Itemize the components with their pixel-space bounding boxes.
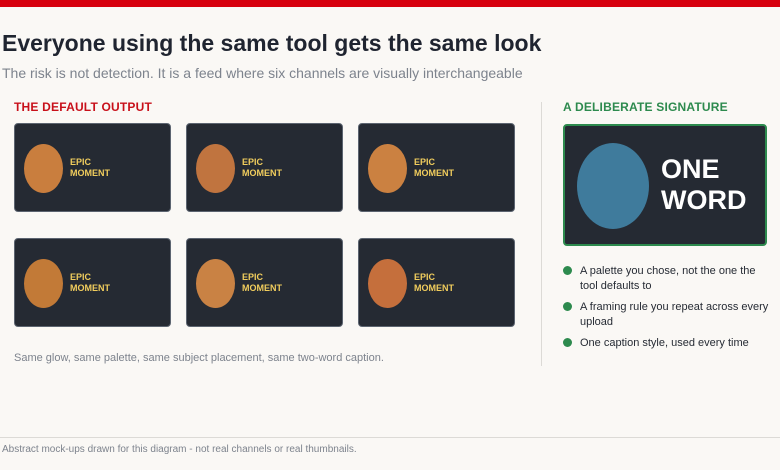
thumbnail-caption: EPIC MOMENT: [70, 272, 110, 293]
subject-blob: [24, 144, 63, 193]
column-divider: [541, 102, 542, 366]
subject-blob: [196, 259, 235, 308]
default-thumbnail: EPIC MOMENT: [358, 238, 515, 327]
thumbnail-caption: EPIC MOMENT: [242, 157, 282, 178]
page-subtitle: The risk is not detection. It is a feed …: [2, 65, 523, 81]
default-output-note: Same glow, same palette, same subject pl…: [14, 352, 384, 364]
bullet-item: A palette you chose, not the one the too…: [563, 264, 773, 294]
thumbnail-caption: EPIC MOMENT: [414, 157, 454, 178]
default-thumbnail: EPIC MOMENT: [14, 238, 171, 327]
default-output-label: THE DEFAULT OUTPUT: [14, 100, 153, 114]
subject-blob: [24, 259, 63, 308]
default-thumbnail: EPIC MOMENT: [186, 123, 343, 212]
bullet-item: A framing rule you repeat across every u…: [563, 300, 773, 330]
bullet-dot-icon: [563, 338, 572, 347]
signature-subject-blob: [577, 143, 649, 229]
thumbnail-caption: EPIC MOMENT: [70, 157, 110, 178]
subject-blob: [368, 144, 407, 193]
signature-label: A DELIBERATE SIGNATURE: [563, 100, 728, 114]
footer-note: Abstract mock-ups drawn for this diagram…: [2, 444, 357, 455]
thumbnail-caption: EPIC MOMENT: [414, 272, 454, 293]
top-accent-bar: [0, 0, 780, 7]
signature-thumbnail: ONE WORD: [563, 124, 767, 246]
bullet-item: One caption style, used every time: [563, 336, 773, 351]
page-title: Everyone using the same tool gets the sa…: [2, 30, 542, 56]
bullet-dot-icon: [563, 302, 572, 311]
thumbnail-caption: EPIC MOMENT: [242, 272, 282, 293]
signature-word-2: WORD: [661, 185, 747, 215]
default-thumbnail: EPIC MOMENT: [14, 123, 171, 212]
default-thumbnail: EPIC MOMENT: [358, 123, 515, 212]
default-thumbnail: EPIC MOMENT: [186, 238, 343, 327]
signature-bullet-list: A palette you chose, not the one the too…: [563, 264, 773, 357]
subject-blob: [196, 144, 235, 193]
footer-divider: [0, 437, 780, 438]
bullet-dot-icon: [563, 266, 572, 275]
signature-word-1: ONE: [661, 154, 720, 184]
subject-blob: [368, 259, 407, 308]
